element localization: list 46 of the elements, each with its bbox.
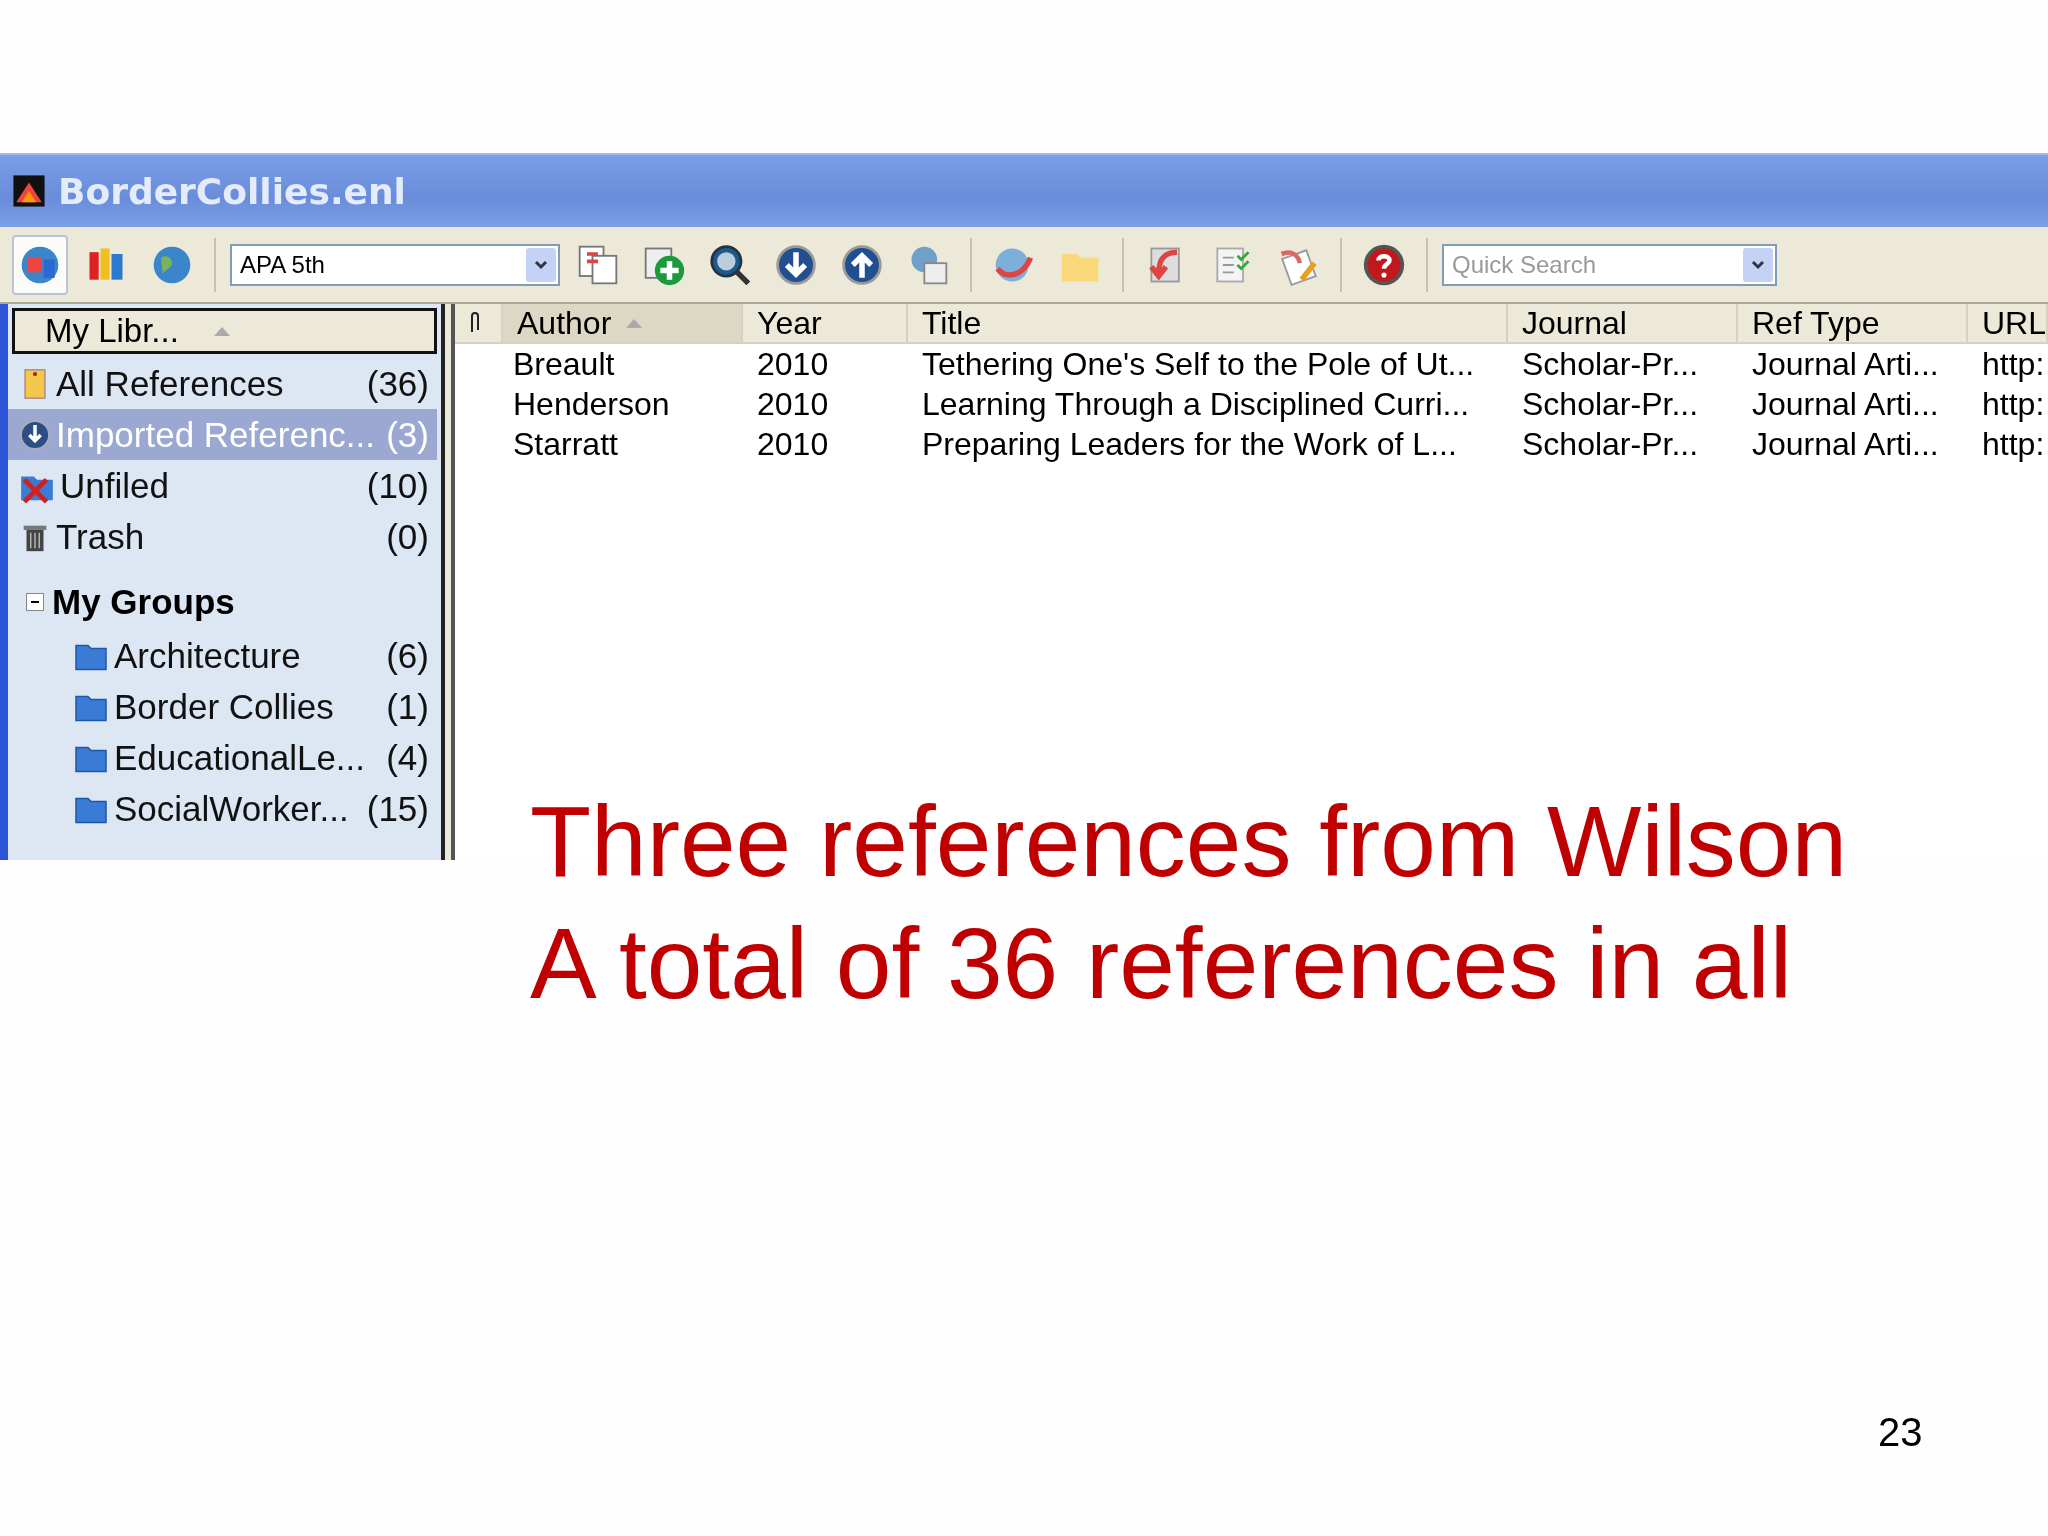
table-cell-text: 2010: [756, 384, 830, 424]
table-cell-text: Journal Arti...: [1751, 344, 1940, 384]
group-item[interactable]: Architecture (6): [8, 630, 437, 681]
table-cell-text: Scholar-Pr...: [1521, 344, 1700, 384]
group-heading: My Groups: [52, 582, 235, 622]
library-item[interactable]: Trash (0): [8, 511, 437, 562]
table-cell-text: Learning Through a Disciplined Curri...: [921, 384, 1471, 424]
table-cell-text: http:: [1981, 344, 2046, 384]
group-item[interactable]: SocialWorker... (15): [8, 783, 437, 834]
column-header[interactable]: Year: [743, 304, 908, 344]
table-cell-text: Henderson: [512, 384, 671, 424]
style-dropdown[interactable]: APA 5th: [230, 243, 560, 286]
library-item[interactable]: All References (36): [8, 358, 437, 409]
collapse-toggle-icon[interactable]: [26, 593, 44, 611]
column-header[interactable]: Title: [908, 304, 1508, 344]
table-cell-text: Tethering One's Self to the Pole of Ut...: [921, 344, 1476, 384]
help-icon: [1362, 242, 1406, 287]
library-header[interactable]: My Libr...: [12, 308, 437, 354]
group-item[interactable]: Border Collies (1): [8, 681, 437, 732]
table-cell-text: http:: [1981, 424, 2046, 464]
library-item[interactable]: Unfiled (10): [8, 460, 437, 511]
table-cell-text: Journal Arti...: [1751, 384, 1940, 424]
table-cell-text: Starratt: [512, 424, 619, 464]
table-cell-text: Breault: [512, 344, 616, 384]
table-cell-text: 2010: [756, 344, 830, 384]
table-cell-text: Scholar-Pr...: [1521, 384, 1700, 424]
slide-number: 23: [1878, 1410, 1923, 1455]
app-icon: [12, 174, 46, 208]
table-cell-text: Preparing Leaders for the Work of L...: [921, 424, 1458, 464]
caption-text: A total of 36 references in all: [530, 906, 1793, 1021]
search-icon: [708, 242, 752, 287]
sort-arrow-icon: [625, 317, 644, 329]
table-cell-text: http:: [1981, 384, 2046, 424]
group-item[interactable]: EducationalLe... (4): [8, 732, 437, 783]
window-title: BorderCollies.enl: [58, 170, 406, 212]
column-header[interactable]: Author: [503, 304, 743, 344]
attachment-column-header[interactable]: [455, 304, 503, 344]
column-header[interactable]: Ref Type: [1738, 304, 1968, 344]
table-cell-text: Journal Arti...: [1751, 424, 1940, 464]
globe-button[interactable]: [12, 234, 68, 295]
sort-arrow-icon: [212, 325, 231, 337]
table-cell-text: 2010: [756, 424, 830, 464]
column-header[interactable]: Journal: [1508, 304, 1738, 344]
caption-text: Three references from Wilson: [530, 784, 1848, 899]
table-cell-text: Scholar-Pr...: [1521, 424, 1700, 464]
column-header[interactable]: URL: [1968, 304, 2048, 344]
